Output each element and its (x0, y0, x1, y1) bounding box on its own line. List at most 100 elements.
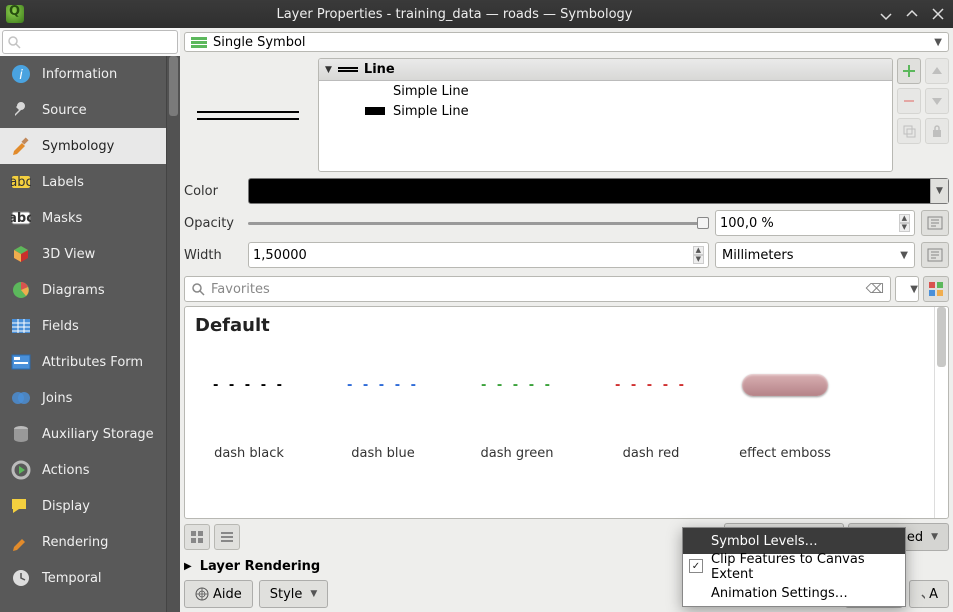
style-menu-label: Style (270, 587, 303, 602)
sidebar-item-display[interactable]: Display (0, 488, 180, 524)
apply-button[interactable]: A (909, 580, 949, 608)
sidebar-scrollbar[interactable] (166, 56, 180, 612)
help-label: Aide (213, 587, 242, 602)
brush-icon (10, 135, 32, 157)
sidebar-item-diagrams[interactable]: Diagrams (0, 272, 180, 308)
minimize-button[interactable] (877, 5, 895, 23)
menu-item-clip-features[interactable]: ✓ Clip Features to Canvas Extent (683, 554, 905, 580)
duplicate-layer-button[interactable] (897, 118, 921, 144)
style-item-effect-emboss[interactable]: effect emboss (731, 346, 839, 510)
apply-label: A (929, 587, 938, 602)
sidebar-item-label: Source (42, 103, 87, 118)
sidebar-item-temporal[interactable]: Temporal (0, 560, 180, 596)
chevron-down-icon[interactable]: ▼ (930, 179, 948, 203)
style-manager-button[interactable] (923, 276, 949, 302)
preview-line-icon (197, 111, 299, 120)
plus-icon (902, 64, 916, 78)
color-picker[interactable]: ▼ (248, 178, 949, 204)
sidebar-items: i Information Source Symbology abc Label… (0, 56, 180, 612)
sidebar-item-information[interactable]: i Information (0, 56, 180, 92)
styles-scrollbar[interactable] (934, 307, 948, 518)
sidebar-item-actions[interactable]: Actions (0, 452, 180, 488)
menu-item-animation-settings[interactable]: Animation Settings… (683, 580, 905, 606)
sidebar-item-masks[interactable]: abc Masks (0, 200, 180, 236)
style-label: dash blue (329, 446, 437, 461)
storage-icon (10, 423, 32, 445)
menu-item-label: Symbol Levels… (711, 534, 818, 549)
symbol-layer-tree[interactable]: ▼ Line Simple Line Simple Line (318, 58, 893, 172)
width-value: 1,50000 (253, 248, 307, 263)
sidebar: i Information Source Symbology abc Label… (0, 28, 180, 612)
sidebar-item-rendering[interactable]: Rendering (0, 524, 180, 560)
move-down-button[interactable] (925, 88, 949, 114)
sidebar-item-fields[interactable]: Fields (0, 308, 180, 344)
close-button[interactable] (929, 5, 947, 23)
emboss-icon (742, 374, 828, 396)
sidebar-item-label: Fields (42, 319, 79, 334)
tree-item-simple-line-1[interactable]: Simple Line (319, 81, 892, 101)
styles-search-placeholder: Favorites (211, 282, 270, 297)
grid-icon (190, 530, 204, 544)
tree-item-simple-line-2[interactable]: Simple Line (319, 101, 892, 121)
help-button[interactable]: Aide (184, 580, 253, 608)
chevron-down-icon: ▼ (310, 589, 317, 599)
checkbox-icon[interactable]: ✓ (689, 559, 703, 573)
collapse-icon[interactable]: ▼ (325, 65, 332, 75)
sidebar-item-symbology[interactable]: Symbology (0, 128, 180, 164)
remove-layer-button[interactable] (897, 88, 921, 114)
wrench-icon (10, 99, 32, 121)
menu-item-symbol-levels[interactable]: Symbol Levels… (683, 528, 905, 554)
width-units-combo[interactable]: Millimeters ▼ (715, 242, 915, 268)
search-icon (191, 282, 205, 296)
minus-icon (902, 94, 916, 108)
chevron-right-icon: ▶ (184, 561, 192, 572)
svg-text:abc: abc (11, 175, 31, 190)
sidebar-item-3dview[interactable]: 3D View (0, 236, 180, 272)
symbol-mode-combo[interactable]: Single Symbol ▼ (184, 32, 949, 52)
view-list-button[interactable] (214, 524, 240, 550)
styles-search[interactable]: Favorites ⌫ (184, 276, 891, 302)
opacity-value-input[interactable]: 100,0 % ▲▼ (715, 210, 915, 236)
line-swatch-icon (338, 67, 358, 72)
clear-icon[interactable]: ⌫ (866, 282, 884, 297)
width-value-input[interactable]: 1,50000 ▲▼ (248, 242, 709, 268)
width-expression-button[interactable] (921, 242, 949, 268)
list-icon (220, 530, 234, 544)
style-menu-button[interactable]: Style ▼ (259, 580, 329, 608)
single-symbol-icon (191, 35, 207, 49)
chevron-down-icon: ▼ (900, 250, 908, 261)
titlebar: Layer Properties - training_data — roads… (0, 0, 953, 28)
style-item-dash-black[interactable]: - - - - - dash black (195, 346, 303, 510)
sidebar-item-auxiliary-storage[interactable]: Auxiliary Storage (0, 416, 180, 452)
style-item-dash-red[interactable]: - - - - - dash red (597, 346, 705, 510)
opacity-expression-button[interactable] (921, 210, 949, 236)
styles-filter-combo[interactable]: ▼ (895, 276, 919, 302)
opacity-value: 100,0 % (720, 216, 774, 231)
style-item-dash-green[interactable]: - - - - - dash green (463, 346, 571, 510)
tree-item-label: Simple Line (393, 84, 469, 99)
dash-black-icon: - - - - - (213, 378, 285, 393)
style-item-dash-blue[interactable]: - - - - - dash blue (329, 346, 437, 510)
sidebar-item-labels[interactable]: abc Labels (0, 164, 180, 200)
sidebar-item-attributes-form[interactable]: Attributes Form (0, 344, 180, 380)
view-icons-button[interactable] (184, 524, 210, 550)
chevron-down-icon: ▼ (934, 37, 942, 48)
lock-layer-button[interactable] (925, 118, 949, 144)
opacity-slider[interactable] (248, 215, 709, 231)
symbol-preview (184, 58, 312, 172)
dash-green-icon: - - - - - (481, 378, 553, 393)
expression-icon (927, 216, 943, 230)
sidebar-item-label: Labels (42, 175, 84, 190)
sidebar-item-label: Joins (42, 391, 72, 406)
sidebar-item-label: Rendering (42, 535, 108, 550)
maximize-button[interactable] (903, 5, 921, 23)
sidebar-item-joins[interactable]: Joins (0, 380, 180, 416)
move-up-button[interactable] (925, 58, 949, 84)
sidebar-item-source[interactable]: Source (0, 92, 180, 128)
tree-root-line[interactable]: ▼ Line (319, 59, 892, 81)
sidebar-search[interactable] (2, 30, 178, 54)
style-label: dash black (195, 446, 303, 461)
menu-item-label: Animation Settings… (711, 586, 848, 601)
add-layer-button[interactable] (897, 58, 921, 84)
app-icon (6, 5, 24, 23)
